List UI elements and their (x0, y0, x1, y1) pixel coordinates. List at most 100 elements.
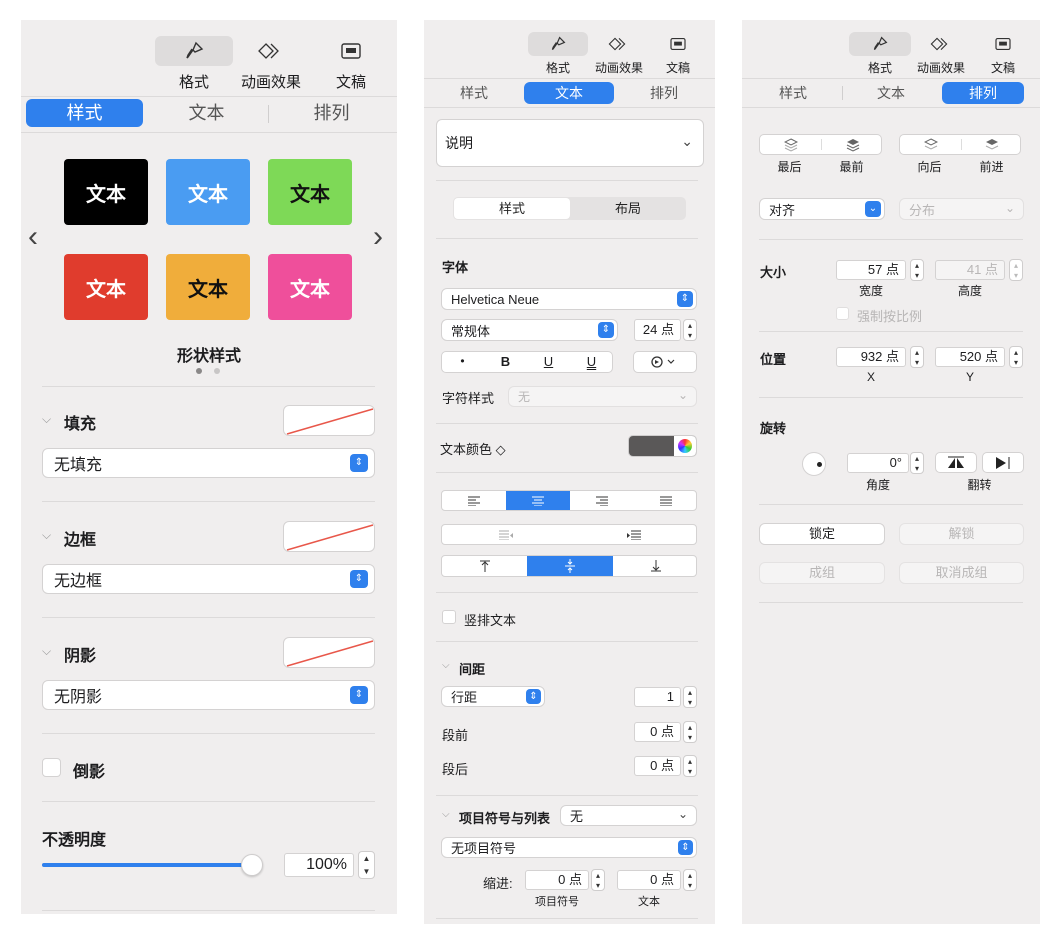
y-field[interactable]: 520 点 (935, 347, 1005, 367)
x-field[interactable]: 932 点 (836, 347, 906, 367)
shadow-popup[interactable]: 无阴影 ⇕ (42, 680, 375, 710)
constrain-checkbox[interactable] (836, 307, 849, 320)
bullet-indent-stepper[interactable]: ▴ ▾ (591, 869, 605, 891)
height-field[interactable]: 41 点 (935, 260, 1005, 280)
lock-button[interactable]: 锁定 (759, 523, 885, 545)
bullet-indent-field[interactable]: 0 点 (525, 870, 589, 890)
format-toolbar-button[interactable]: 格式 (528, 32, 588, 76)
page-dot[interactable] (214, 368, 220, 374)
height-stepper[interactable]: ▴ ▾ (1009, 259, 1023, 281)
text-indent-stepper[interactable]: ▴ ▾ (683, 869, 697, 891)
opacity-stepper[interactable]: ▲ ▼ (358, 851, 375, 879)
send-to-back-button[interactable] (760, 135, 821, 154)
vertical-text-checkbox[interactable] (442, 610, 456, 624)
line-spacing-stepper[interactable]: ▴ ▾ (683, 686, 697, 708)
space-after-field[interactable]: 0 点 (634, 756, 681, 776)
style-swatch[interactable]: 文本 (64, 159, 148, 225)
chevron-down-icon[interactable]: ⌵ (42, 644, 51, 659)
chevron-down-icon[interactable]: ⌵ (42, 528, 51, 543)
format-toolbar-button[interactable]: 格式 (849, 32, 911, 76)
width-stepper[interactable]: ▴ ▾ (910, 259, 924, 281)
chevron-down-icon[interactable]: ⌵ (442, 660, 450, 671)
line-spacing-popup[interactable]: 行距 ⇕ (441, 686, 545, 707)
increase-indent-button[interactable] (570, 525, 698, 544)
align-bottom-button[interactable] (613, 556, 696, 576)
distribute-popup[interactable]: 分布 ⌄ (899, 198, 1024, 220)
send-backward-button[interactable] (900, 135, 961, 154)
align-right-button[interactable] (570, 491, 634, 510)
animate-toolbar-button[interactable]: 动画效果 (913, 32, 969, 76)
font-style-popup[interactable]: 常规体 ⇕ (441, 319, 618, 341)
underline-button[interactable]: U (527, 354, 570, 369)
tab-arrange[interactable]: 排列 (273, 99, 390, 127)
fill-popup[interactable]: 无填充 ⇕ (42, 448, 375, 478)
tab-style[interactable]: 样式 (430, 82, 518, 104)
tab-style[interactable]: 样式 (26, 99, 143, 127)
chevron-down-icon[interactable]: ⌵ (442, 809, 450, 820)
next-styles-arrow[interactable]: › (373, 220, 383, 254)
text-color-label[interactable]: 文本颜色 ◇ (440, 439, 506, 458)
style-swatch[interactable]: 文本 (166, 159, 250, 225)
line-spacing-field[interactable]: 1 (634, 687, 681, 707)
document-toolbar-button[interactable]: 文稿 (985, 32, 1021, 76)
subtab-layout[interactable]: 布局 (570, 198, 686, 219)
flip-horizontal-button[interactable] (935, 452, 977, 473)
paragraph-style-popup[interactable]: 说明 ⌄ (436, 119, 704, 167)
space-before-stepper[interactable]: ▴ ▾ (683, 721, 697, 743)
justify-button[interactable] (634, 491, 696, 510)
document-toolbar-button[interactable]: 文稿 (323, 36, 379, 92)
ungroup-button[interactable]: 取消成组 (899, 562, 1024, 584)
reflection-checkbox[interactable] (42, 758, 61, 777)
page-dot-active[interactable] (196, 368, 202, 374)
text-indent-field[interactable]: 0 点 (617, 870, 681, 890)
style-swatch[interactable]: 文本 (166, 254, 250, 320)
bring-to-front-button[interactable] (822, 135, 883, 154)
fill-color-well[interactable] (283, 405, 375, 436)
angle-field[interactable]: 0° (847, 453, 909, 473)
x-stepper[interactable]: ▴ ▾ (910, 346, 924, 368)
space-before-field[interactable]: 0 点 (634, 722, 681, 742)
y-stepper[interactable]: ▴ ▾ (1009, 346, 1023, 368)
unlock-button[interactable]: 解锁 (899, 523, 1024, 545)
tab-text[interactable]: 文本 (524, 82, 614, 104)
tab-style[interactable]: 样式 (748, 82, 838, 104)
align-middle-button[interactable] (527, 556, 613, 576)
tab-text[interactable]: 文本 (846, 82, 936, 104)
opacity-slider-track[interactable] (42, 863, 252, 867)
tab-arrange[interactable]: 排列 (620, 82, 708, 104)
align-center-button[interactable] (506, 491, 570, 510)
shadow-color-well[interactable] (283, 637, 375, 668)
bold-button[interactable]: B (484, 354, 527, 369)
text-color-well[interactable] (628, 435, 697, 457)
style-swatch[interactable]: 文本 (64, 254, 148, 320)
flip-vertical-button[interactable] (982, 452, 1024, 473)
text-options-button[interactable] (633, 351, 697, 373)
document-toolbar-button[interactable]: 文稿 (660, 32, 696, 76)
align-popup[interactable]: 对齐 ⌄ (759, 198, 885, 220)
font-family-popup[interactable]: Helvetica Neue ⇕ (441, 288, 697, 310)
style-swatch[interactable]: 文本 (268, 254, 352, 320)
char-style-popup[interactable]: 无 ⌄ (508, 386, 697, 407)
subtab-style[interactable]: 样式 (454, 198, 570, 219)
format-toolbar-button[interactable]: 格式 (155, 36, 233, 92)
bullet-type-popup[interactable]: 无项目符号 ⇕ (441, 837, 697, 858)
font-size-field[interactable]: 24 点 (634, 319, 681, 341)
space-after-stepper[interactable]: ▴ ▾ (683, 755, 697, 777)
opacity-field[interactable]: 100% (284, 853, 354, 877)
style-swatch[interactable]: 文本 (268, 159, 352, 225)
color-wheel-icon[interactable] (674, 436, 696, 456)
bullet-button[interactable]: • (441, 354, 484, 368)
font-size-stepper[interactable]: ▴ ▾ (683, 319, 697, 341)
list-style-popup[interactable]: 无 ⌄ (560, 805, 697, 826)
border-popup[interactable]: 无边框 ⇕ (42, 564, 375, 594)
decrease-indent-button[interactable] (442, 525, 570, 544)
prev-styles-arrow[interactable]: ‹ (28, 220, 38, 254)
width-field[interactable]: 57 点 (836, 260, 906, 280)
tab-arrange[interactable]: 排列 (942, 82, 1024, 104)
animate-toolbar-button[interactable]: 动画效果 (591, 32, 647, 76)
rotation-wheel[interactable] (802, 452, 826, 476)
group-button[interactable]: 成组 (759, 562, 885, 584)
align-left-button[interactable] (442, 491, 506, 510)
chevron-down-icon[interactable]: ⌵ (42, 412, 51, 427)
opacity-slider-knob[interactable] (241, 854, 263, 876)
